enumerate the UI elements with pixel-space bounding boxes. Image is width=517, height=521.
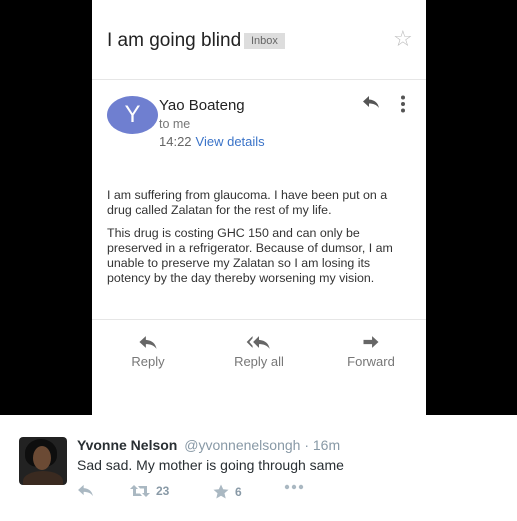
- favorite-count: 6: [235, 484, 242, 499]
- more-vertical-icon[interactable]: [400, 95, 406, 113]
- star-icon[interactable]: ☆: [393, 28, 413, 50]
- tweet-text: Sad sad. My mother is going through same: [77, 457, 344, 473]
- reply-icon[interactable]: [362, 95, 380, 109]
- recipient-label[interactable]: to me: [159, 117, 190, 131]
- tweet-timestamp[interactable]: 16m: [313, 437, 340, 453]
- email-body: I am suffering from glaucoma. I have bee…: [107, 188, 415, 294]
- email-subject: I am going blind: [107, 30, 242, 51]
- sender-name: Yao Boateng: [159, 97, 245, 114]
- reply-all-label: Reply all: [234, 354, 284, 369]
- reply-all-button[interactable]: Reply all: [219, 335, 299, 369]
- favorite-button[interactable]: 6: [213, 484, 242, 499]
- inbox-label-badge[interactable]: Inbox: [244, 33, 285, 49]
- view-details-link[interactable]: View details: [196, 134, 265, 149]
- reply-button[interactable]: Reply: [108, 335, 188, 369]
- retweet-count: 23: [156, 484, 170, 498]
- forward-arrow-icon: [363, 336, 379, 348]
- email-time-line: 14:22 View details: [159, 134, 265, 149]
- avatar: Y: [107, 96, 158, 134]
- forward-button[interactable]: Forward: [331, 335, 411, 369]
- reply-label: Reply: [131, 354, 165, 369]
- tweet-header: Yvonne Nelson @yvonnenelsongh · 16m: [77, 437, 340, 453]
- screenshot-background: I am going blind Inbox ☆ Y Yao Boateng t…: [0, 0, 517, 415]
- avatar-shoulder: [23, 471, 63, 485]
- favorite-star-icon: [213, 484, 229, 499]
- email-paragraph: This drug is costing GHC 150 and can onl…: [107, 226, 393, 285]
- reply-icon: [78, 484, 93, 497]
- email-action-bar: Reply Reply all Forward: [92, 319, 426, 415]
- reply-arrow-icon: [139, 336, 157, 349]
- email-header: I am going blind Inbox ☆: [92, 0, 426, 80]
- tweet-author-name[interactable]: Yvonne Nelson: [77, 437, 177, 453]
- email-paragraph: I am suffering from glaucoma. I have bee…: [107, 188, 388, 217]
- tweet-author-handle[interactable]: @yvonnenelsongh: [184, 437, 300, 453]
- more-horizontal-icon: [284, 484, 304, 490]
- tweet-more-button[interactable]: [284, 484, 304, 490]
- forward-label: Forward: [347, 354, 395, 369]
- retweet-button[interactable]: 23: [130, 484, 169, 498]
- reply-all-icon: [246, 336, 270, 349]
- tweet: Yvonne Nelson @yvonnenelsongh · 16m Sad …: [0, 415, 517, 521]
- email-time: 14:22: [159, 134, 192, 149]
- sender-info: Y Yao Boateng to me 14:22 View details: [92, 80, 426, 170]
- avatar-face: [33, 446, 51, 470]
- tweet-avatar[interactable]: [19, 437, 67, 485]
- email-view: I am going blind Inbox ☆ Y Yao Boateng t…: [92, 0, 426, 415]
- tweet-separator: ·: [304, 437, 309, 453]
- tweet-reply-button[interactable]: [77, 484, 94, 497]
- retweet-icon: [130, 485, 150, 497]
